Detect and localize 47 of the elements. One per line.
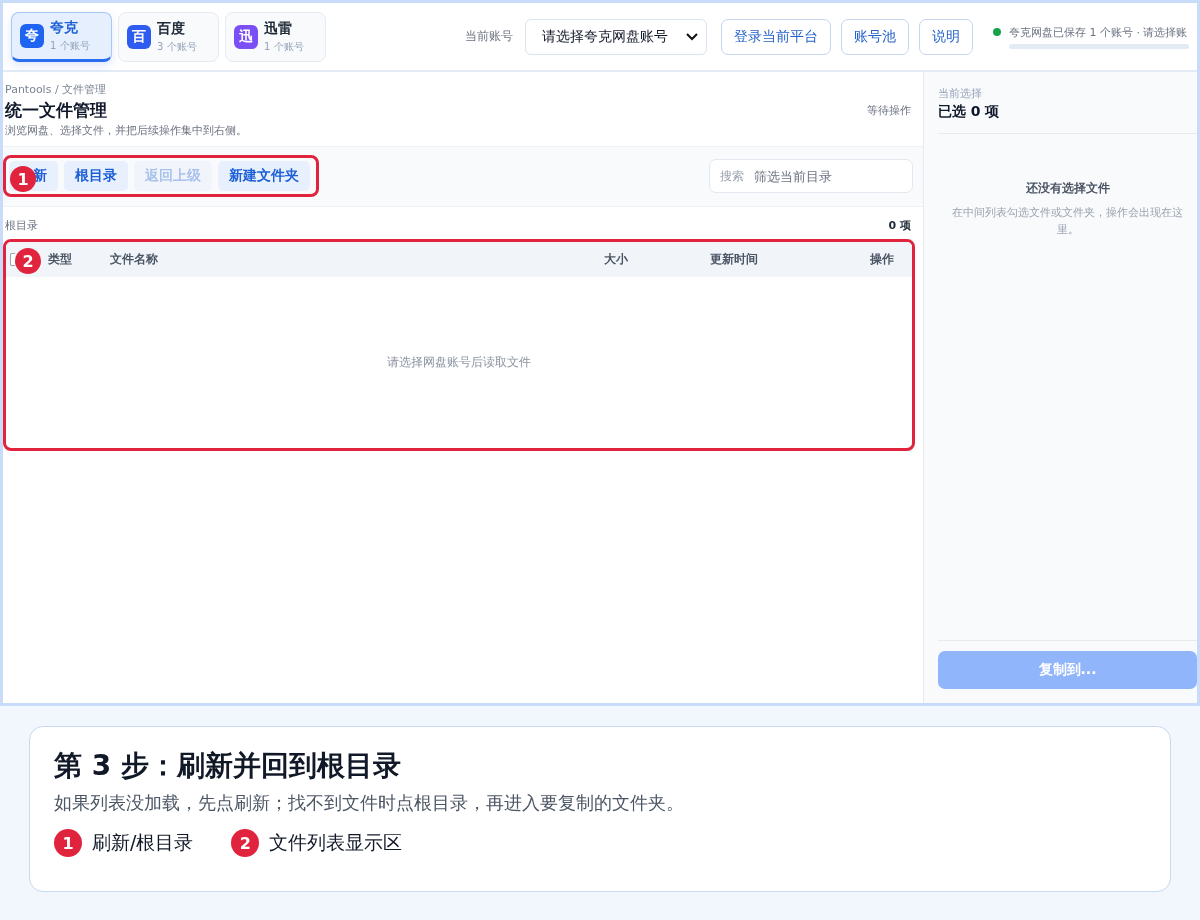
header-button[interactable]: 登录当前平台 xyxy=(721,18,831,55)
selection-count: 已选 0 项 xyxy=(938,103,1197,134)
platform-tab[interactable]: 百 百度 3 个账号 xyxy=(118,11,219,62)
platform-name: 迅雷 xyxy=(264,19,293,38)
account-label: 当前账号 xyxy=(465,28,513,45)
page-subtitle: 浏览网盘、选择文件，并把后续操作集中到右侧。 xyxy=(5,123,247,138)
search-label: 搜索 xyxy=(720,167,744,185)
empty-text: 在中间列表勾选文件或文件夹，操作会出现在这里。 xyxy=(951,205,1184,238)
account-count: 1 个账号 xyxy=(264,39,304,54)
empty-message: 请选择网盘账号后读取文件 xyxy=(387,354,531,371)
column-header: 更新时间 xyxy=(710,251,759,268)
page-title: 统一文件管理 xyxy=(5,99,108,122)
platform-icon: 迅 xyxy=(234,24,258,49)
current-path: 根目录 xyxy=(5,218,38,233)
toolbar-button[interactable]: 新建文件夹 xyxy=(218,161,310,191)
select-all-checkbox[interactable] xyxy=(10,253,15,266)
platform-name: 夸克 xyxy=(50,18,79,37)
platform-name: 百度 xyxy=(157,19,186,38)
search-input[interactable]: 筛选当前目录 xyxy=(752,167,896,185)
column-header: 类型 xyxy=(48,251,73,268)
header-button[interactable]: 账号池 xyxy=(841,18,909,55)
column-header: 文件名称 xyxy=(110,251,159,268)
chevron-icon xyxy=(686,32,698,41)
toolbar-button[interactable]: 根目录 xyxy=(64,161,128,191)
search-field[interactable]: 搜索 筛选当前目录 xyxy=(709,159,913,193)
account-count: 3 个账号 xyxy=(157,39,197,54)
status-text: 夸克网盘已保存 1 个账号 · 请选择账 xyxy=(1009,24,1188,40)
platform-icon: 百 xyxy=(127,24,151,49)
legend-text: 文件列表显示区 xyxy=(269,830,403,855)
legend-marker: 1 xyxy=(54,829,82,857)
platform-icon: 夸 xyxy=(20,23,44,48)
header-button[interactable]: 说明 xyxy=(919,18,973,55)
selection-label: 当前选择 xyxy=(938,86,983,101)
platform-tab[interactable]: 夸 夸克 1 个账号 xyxy=(11,11,112,62)
platform-tab[interactable]: 迅 迅雷 1 个账号 xyxy=(225,11,326,62)
step-description: 如果列表没加载，先点刷新；找不到文件时点根目录，再进入要复制的文件夹。 xyxy=(54,791,685,815)
account-select[interactable]: 请选择夸克网盘账号 xyxy=(525,18,707,55)
legend-marker: 2 xyxy=(231,829,260,857)
column-header: 大小 xyxy=(604,251,629,268)
empty-title: 还没有选择文件 xyxy=(1024,180,1111,197)
account-count: 1 个账号 xyxy=(50,38,90,53)
item-count: 0 项 xyxy=(888,218,911,233)
breadcrumb: Pantools / 文件管理 xyxy=(5,82,108,97)
column-header: 操作 xyxy=(870,251,894,268)
legend-text: 刷新/根目录 xyxy=(92,830,194,855)
operation-status: 等待操作 xyxy=(867,102,911,118)
step-title: 第 3 步：刷新并回到根目录 xyxy=(54,748,402,784)
